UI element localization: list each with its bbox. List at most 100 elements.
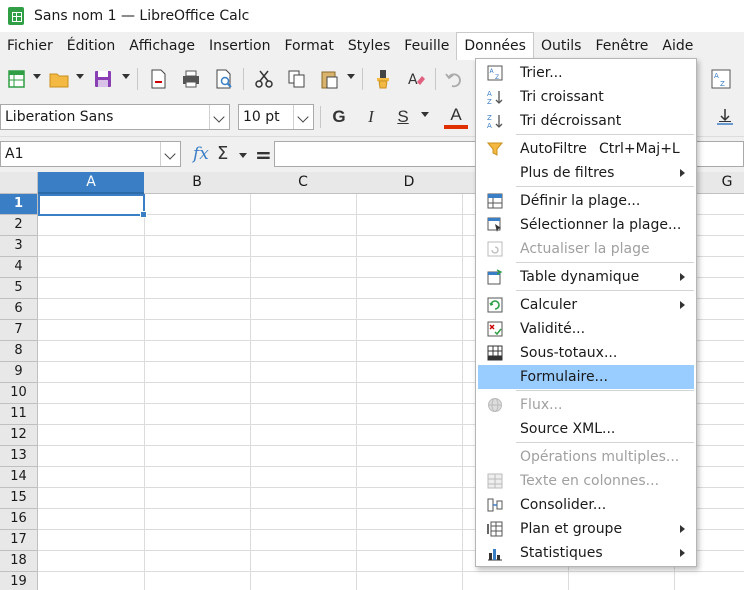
chevron-right-icon: [680, 301, 685, 309]
autofilter-icon: [487, 142, 503, 156]
globe-icon: [488, 398, 502, 412]
font-size-box[interactable]: 10 pt: [238, 104, 314, 130]
menu-item-selectionner-la-plage[interactable]: Sélectionner la plage...: [478, 213, 694, 237]
menu-styles[interactable]: Styles: [341, 32, 397, 60]
row-header-17[interactable]: 17: [0, 530, 38, 551]
row-header-12[interactable]: 12: [0, 425, 38, 446]
name-box[interactable]: A1: [0, 141, 181, 167]
formula-button[interactable]: =: [255, 143, 272, 167]
menu-item-shortcut: Ctrl+Maj+L: [599, 141, 680, 157]
menu-fichier[interactable]: Fichier: [0, 32, 60, 60]
menu-item-sous-totaux[interactable]: Sous-totaux...: [478, 341, 694, 365]
menu-item-calculer[interactable]: Calculer: [478, 293, 694, 317]
column-header-c[interactable]: C: [250, 172, 357, 194]
export-pdf-icon[interactable]: [147, 68, 169, 90]
menu-aide[interactable]: Aide: [655, 32, 700, 60]
menu-edition[interactable]: Édition: [60, 32, 122, 60]
row-header-8[interactable]: 8: [0, 341, 38, 362]
select-all-corner[interactable]: [0, 172, 38, 194]
menu-fenetre[interactable]: Fenêtre: [588, 32, 655, 60]
pivot-table-icon: [487, 269, 503, 285]
menu-item-definir-la-plage[interactable]: Définir la plage...: [478, 189, 694, 213]
active-cell-a1[interactable]: [38, 194, 147, 218]
menu-separator: [516, 262, 694, 263]
row-header-7[interactable]: 7: [0, 320, 38, 341]
font-name-value: Liberation Sans: [5, 109, 114, 125]
cut-icon[interactable]: [253, 68, 275, 90]
row-header-11[interactable]: 11: [0, 404, 38, 425]
open-folder-icon[interactable]: [48, 68, 70, 90]
print-preview-icon[interactable]: [213, 68, 235, 90]
menu-outils[interactable]: Outils: [534, 32, 588, 60]
clone-formatting-icon[interactable]: [372, 68, 394, 90]
font-color-button[interactable]: A: [444, 105, 468, 129]
grid-line: [462, 194, 463, 590]
menu-item-consolider[interactable]: Consolider...: [478, 493, 694, 517]
menu-item-label: Flux...: [520, 397, 563, 413]
column-header-d[interactable]: D: [356, 172, 463, 194]
menu-item-trier[interactable]: A Z Trier...: [478, 61, 694, 85]
menu-format[interactable]: Format: [277, 32, 340, 60]
row-header-14[interactable]: 14: [0, 467, 38, 488]
row-header-16[interactable]: 16: [0, 509, 38, 530]
menu-item-tri-decroissant[interactable]: Z A Tri décroissant: [478, 109, 694, 133]
menu-item-statistiques[interactable]: Statistiques: [478, 541, 694, 565]
menu-item-plan-et-groupe[interactable]: Plan et groupe: [478, 517, 694, 541]
new-dropdown-caret[interactable]: [33, 74, 41, 79]
underline-button[interactable]: S: [391, 105, 415, 129]
row-header-5[interactable]: 5: [0, 278, 38, 299]
menu-item-label: Calculer: [520, 297, 578, 313]
menu-item-formulaire[interactable]: Formulaire...: [478, 365, 694, 389]
row-header-19[interactable]: 19: [0, 572, 38, 590]
save-icon[interactable]: [92, 68, 114, 90]
menu-affichage[interactable]: Affichage: [122, 32, 202, 60]
row-header-13[interactable]: 13: [0, 446, 38, 467]
menu-separator: [516, 390, 694, 391]
menu-item-validite[interactable]: Validité...: [478, 317, 694, 341]
chevron-down-icon[interactable]: [160, 142, 180, 166]
clear-formatting-icon[interactable]: A: [405, 68, 427, 90]
sum-button[interactable]: Σ: [217, 143, 228, 164]
sum-dropdown-caret[interactable]: [239, 153, 247, 158]
menu-item-source-xml[interactable]: Source XML...: [478, 417, 694, 441]
chevron-down-icon[interactable]: [209, 105, 229, 129]
row-header-10[interactable]: 10: [0, 383, 38, 404]
menu-insertion[interactable]: Insertion: [202, 32, 277, 60]
row-header-18[interactable]: 18: [0, 551, 38, 572]
paste-icon[interactable]: [319, 68, 341, 90]
italic-button[interactable]: I: [359, 105, 383, 129]
row-header-1[interactable]: 1: [0, 194, 38, 215]
function-wizard-button[interactable]: fx: [193, 144, 209, 164]
chevron-down-icon[interactable]: [293, 105, 313, 129]
column-header-b[interactable]: B: [144, 172, 251, 194]
column-header-a[interactable]: A: [38, 172, 145, 194]
open-dropdown-caret[interactable]: [76, 74, 84, 79]
row-header-4[interactable]: 4: [0, 257, 38, 278]
menu-item-table-dynamique[interactable]: Table dynamique: [478, 265, 694, 289]
align-bottom-icon[interactable]: [714, 106, 736, 128]
menu-item-label: Texte en colonnes...: [520, 473, 660, 489]
font-name-box[interactable]: Liberation Sans: [0, 104, 230, 130]
menu-item-tri-croissant[interactable]: A Z Tri croissant: [478, 85, 694, 109]
menu-item-flux: Flux...: [478, 393, 694, 417]
row-header-15[interactable]: 15: [0, 488, 38, 509]
menu-feuille[interactable]: Feuille: [397, 32, 456, 60]
menu-item-autofiltre[interactable]: AutoFiltre Ctrl+Maj+L: [478, 137, 694, 161]
menu-donnees[interactable]: Données: [456, 32, 534, 60]
menu-item-label: Validité...: [520, 321, 586, 337]
undo-icon[interactable]: [443, 68, 465, 90]
menu-item-plus-de-filtres[interactable]: Plus de filtres: [478, 161, 694, 185]
copy-icon[interactable]: [286, 68, 308, 90]
paste-dropdown-caret[interactable]: [347, 74, 355, 79]
row-header-6[interactable]: 6: [0, 299, 38, 320]
underline-dropdown-caret[interactable]: [421, 112, 429, 117]
row-header-3[interactable]: 3: [0, 236, 38, 257]
bold-button[interactable]: G: [327, 105, 351, 129]
save-dropdown-caret[interactable]: [122, 74, 130, 79]
new-spreadsheet-icon[interactable]: [6, 68, 28, 90]
row-header-2[interactable]: 2: [0, 215, 38, 236]
print-icon[interactable]: [180, 68, 202, 90]
row-header-9[interactable]: 9: [0, 362, 38, 383]
menu-item-label: Consolider...: [520, 497, 607, 513]
sort-icon[interactable]: AZ: [710, 68, 732, 90]
